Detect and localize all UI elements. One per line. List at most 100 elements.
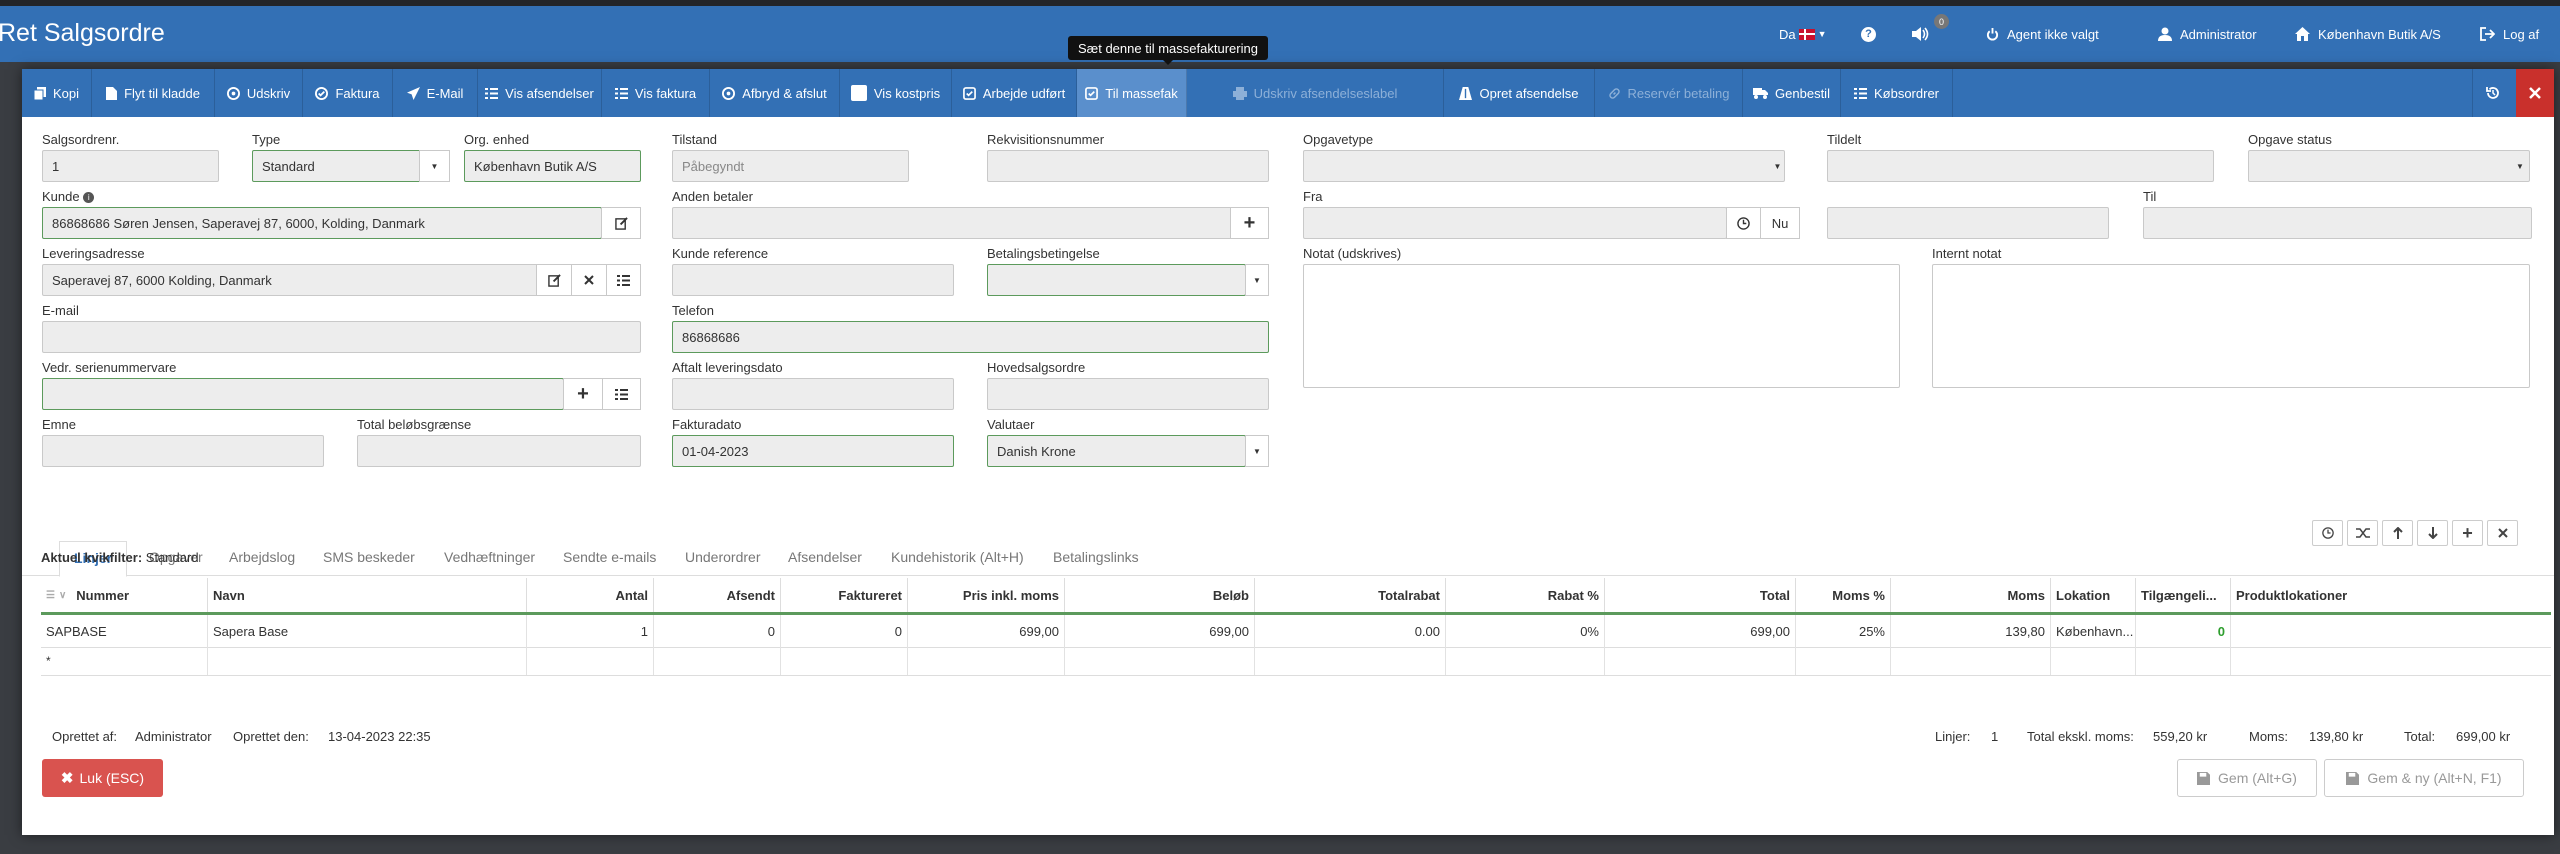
cell-rabat[interactable]: 0% (1446, 615, 1605, 647)
new-row-cell[interactable] (1446, 647, 1605, 675)
print-button[interactable]: Udskriv (215, 69, 303, 117)
tab-customer-history[interactable]: Kundehistorik (Alt+H) (891, 549, 1024, 565)
total-limit-field[interactable] (357, 435, 641, 467)
column-header-afsendt[interactable]: Afsendt (654, 578, 781, 612)
currency-dropdown-button[interactable]: ▼ (1245, 435, 1269, 467)
grid-delete-button[interactable] (2487, 520, 2518, 546)
email-field[interactable] (42, 321, 641, 353)
new-row-cell[interactable] (1065, 647, 1255, 675)
add-serial-button[interactable]: + (563, 378, 603, 410)
grid-split-button[interactable] (2347, 520, 2378, 546)
grid-add-button[interactable]: + (2452, 520, 2483, 546)
cell-faktureret[interactable]: 0 (781, 615, 908, 647)
show-shipments-button[interactable]: Vis afsendelser (478, 69, 602, 117)
other-payer-field[interactable] (672, 207, 1232, 239)
task-type-select[interactable] (1303, 150, 1785, 182)
print-shipping-label-button[interactable]: Udskriv afsendelseslabel (1187, 69, 1444, 117)
payment-terms-select[interactable] (987, 264, 1246, 296)
cell-moms-pct[interactable]: 25% (1796, 615, 1891, 647)
to-field[interactable] (2143, 207, 2532, 239)
reorder-button[interactable]: Genbestil (1743, 69, 1841, 117)
clear-address-button[interactable] (571, 264, 607, 296)
cell-moms[interactable]: 139,80 (1891, 615, 2051, 647)
help-button[interactable]: ? (1861, 23, 1876, 45)
invoice-button[interactable]: Faktura (303, 69, 393, 117)
cell-totalrabat[interactable]: 0.00 (1255, 615, 1446, 647)
now-button[interactable]: Nu (1760, 207, 1800, 239)
new-row-cell[interactable] (1796, 647, 1891, 675)
order-no-field[interactable]: 1 (42, 150, 219, 182)
new-row-cell[interactable] (654, 647, 781, 675)
type-dropdown-button[interactable]: ▼ (419, 150, 450, 182)
tab-sms[interactable]: SMS beskeder (323, 549, 415, 565)
invoice-date-field[interactable]: 01-04-2023 (672, 435, 954, 467)
cell-beloeb[interactable]: 699,00 (1065, 615, 1255, 647)
new-row-cell[interactable] (2051, 647, 2136, 675)
show-invoice-button[interactable]: Vis faktura (602, 69, 710, 117)
save-new-button[interactable]: Gem & ny (Alt+N, F1) (2324, 759, 2524, 797)
edit-customer-button[interactable] (601, 207, 641, 239)
list-serial-button[interactable] (602, 378, 641, 410)
type-select[interactable]: Standard (252, 150, 428, 182)
user-menu[interactable]: Administrator (2158, 23, 2257, 45)
cell-produktlokationer[interactable] (2231, 615, 2396, 647)
create-shipment-button[interactable]: Opret afsendelse (1444, 69, 1595, 117)
requisition-field[interactable] (987, 150, 1269, 182)
from-clock-button[interactable] (1726, 207, 1761, 239)
logout-link[interactable]: Log af (2480, 23, 2539, 45)
column-header-totalrabat[interactable]: Totalrabat (1255, 578, 1446, 612)
column-header-tilgaengelig[interactable]: Tilgængeli... (2136, 578, 2231, 612)
purchase-orders-button[interactable]: Købsordrer (1841, 69, 1953, 117)
delivery-address-field[interactable]: Saperavej 87, 6000 Kolding, Danmark (42, 264, 538, 296)
customer-field[interactable]: 86868686 Søren Jensen, Saperavej 87, 600… (42, 207, 602, 239)
cancel-close-button[interactable]: Afbryd & afslut (710, 69, 840, 117)
subject-field[interactable] (42, 435, 324, 467)
column-header-rabat[interactable]: Rabat % (1446, 578, 1605, 612)
close-button[interactable]: ✖ Luk (ESC) (42, 759, 163, 797)
tab-attachments[interactable]: Vedhæftninger (444, 549, 535, 565)
customer-reference-field[interactable] (672, 264, 954, 296)
column-header-nummer[interactable]: ☰ ∨ Nummer (41, 578, 208, 612)
tab-shipments[interactable]: Afsendelser (788, 549, 862, 565)
internal-note-textarea[interactable] (1932, 264, 2530, 388)
currency-select[interactable]: Danish Krone (987, 435, 1246, 467)
tab-suborders[interactable]: Underordrer (685, 549, 760, 565)
email-button[interactable]: E-Mail (393, 69, 478, 117)
add-payer-button[interactable]: + (1230, 207, 1269, 239)
task-status-select[interactable] (2248, 150, 2530, 182)
main-order-field[interactable] (987, 378, 1269, 410)
new-row-cell[interactable] (1891, 647, 2051, 675)
edit-address-button[interactable] (536, 264, 572, 296)
cell-navn[interactable]: Sapera Base (208, 615, 527, 647)
cell-pris[interactable]: 699,00 (908, 615, 1065, 647)
new-row-cell[interactable] (208, 647, 527, 675)
new-row-cell[interactable] (527, 647, 654, 675)
assigned-field[interactable] (1827, 150, 2214, 182)
cell-antal[interactable]: 1 (527, 615, 654, 647)
cell-afsendt[interactable]: 0 (654, 615, 781, 647)
cell-total[interactable]: 699,00 (1605, 615, 1796, 647)
task-type-dropdown-button[interactable]: ▼ (1763, 150, 1792, 182)
history-button[interactable] (2472, 69, 2512, 117)
close-dialog-button[interactable] (2516, 69, 2554, 117)
list-address-button[interactable] (606, 264, 641, 296)
note-print-textarea[interactable] (1303, 264, 1900, 388)
column-header-navn[interactable]: Navn (208, 578, 527, 612)
new-row-cell[interactable] (1255, 647, 1446, 675)
grid-move-up-button[interactable] (2382, 520, 2413, 546)
tab-worklog[interactable]: Arbejdslog (229, 549, 295, 565)
sound-button[interactable] (1911, 23, 1929, 45)
state-field[interactable]: Påbegyndt (672, 150, 909, 182)
column-header-moms-pct[interactable]: Moms % (1796, 578, 1891, 612)
grid-history-button[interactable] (2312, 520, 2343, 546)
payment-terms-dropdown-button[interactable]: ▼ (1245, 264, 1269, 296)
shop-selector[interactable]: København Butik A/S (2295, 23, 2441, 45)
cell-lokation[interactable]: København... (2051, 615, 2136, 647)
cell-tilgaengelig[interactable]: 0 (2136, 615, 2231, 647)
task-status-dropdown-button[interactable]: ▼ (2508, 150, 2532, 182)
new-row-cell[interactable] (2136, 647, 2231, 675)
new-row-cell[interactable] (1605, 647, 1796, 675)
serial-item-field[interactable] (42, 378, 564, 410)
column-header-beloeb[interactable]: Beløb (1065, 578, 1255, 612)
show-cost-price-toggle[interactable]: Vis kostpris (840, 69, 952, 117)
